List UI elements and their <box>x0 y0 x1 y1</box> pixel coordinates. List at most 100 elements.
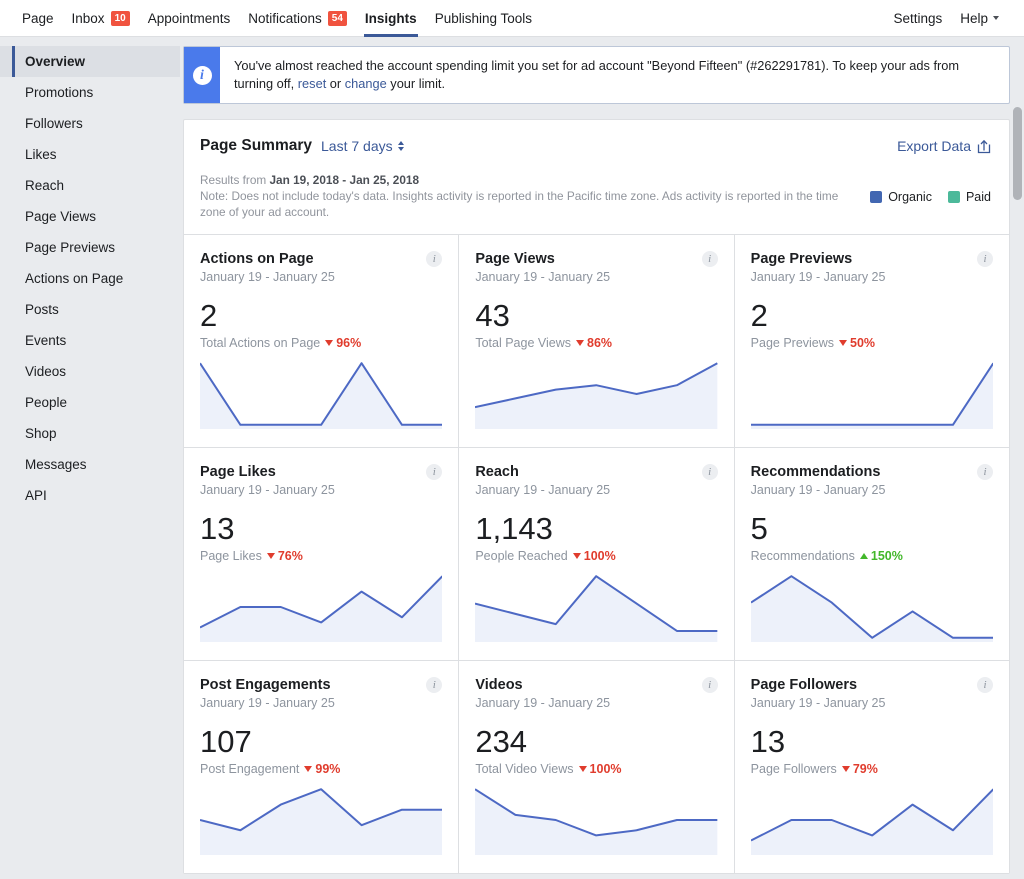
sidebar-item-events[interactable]: Events <box>0 325 180 356</box>
arrow-down-icon <box>325 340 334 346</box>
sidebar-item-videos[interactable]: Videos <box>0 356 180 387</box>
sidebar-item-api[interactable]: API <box>0 480 180 511</box>
metric-label: Page Likes <box>200 549 262 563</box>
sidebar-item-label: Actions on Page <box>25 271 124 286</box>
arrow-down-icon <box>304 766 313 772</box>
metric-card-title: Recommendations <box>750 464 881 480</box>
legend-item-organic: Organic <box>870 190 932 204</box>
metric-card-date-range: January 19 - January 25 <box>750 483 886 497</box>
nav-tab-label: Appointments <box>147 10 231 26</box>
metric-card-page-views[interactable]: Page Views January 19 - January 25 43 Total… <box>459 235 734 447</box>
metric-card-title: Page Views <box>475 251 555 267</box>
metric-delta: 100% <box>572 549 616 563</box>
sidebar-item-followers[interactable]: Followers <box>0 108 180 139</box>
scrollbar-thumb[interactable] <box>1013 107 1022 200</box>
metric-sparkline-chart <box>750 785 993 855</box>
metrics-card-grid: Actions on Page January 19 - January 25 2 T… <box>184 234 1009 873</box>
metric-card-page-likes[interactable]: Page Likes January 19 - January 25 13 Page … <box>184 448 459 660</box>
sidebar-item-label: Page Previews <box>25 240 116 255</box>
metric-label: Total Video Views <box>475 762 574 776</box>
nav-tab-publishing-tools[interactable]: Publishing Tools <box>426 0 541 37</box>
nav-tab-insights[interactable]: Insights <box>356 0 426 37</box>
main-content: i You've almost reached the account spen… <box>180 37 1024 879</box>
metric-card-subtitle: Total Video Views 100% <box>475 762 715 776</box>
export-data-button[interactable]: Export Data <box>897 138 991 154</box>
metric-delta: 86% <box>576 336 612 350</box>
metric-delta-value: 79% <box>852 762 878 776</box>
metric-card-date-range: January 19 - January 25 <box>200 270 335 284</box>
sidebar-item-reach[interactable]: Reach <box>0 170 180 201</box>
metric-delta: 76% <box>266 549 303 563</box>
metric-card-date-range: January 19 - January 25 <box>200 483 335 497</box>
sidebar-item-promotions[interactable]: Promotions <box>0 77 180 108</box>
metric-card-reach[interactable]: Reach January 19 - January 25 1,143 People … <box>459 448 734 660</box>
metric-delta-value: 50% <box>850 336 876 350</box>
metric-card-value: 107 <box>200 724 252 759</box>
metric-delta-value: 99% <box>315 762 341 776</box>
metric-card-videos[interactable]: Videos January 19 - January 25 234 Total Vi… <box>459 661 734 873</box>
alert-message: You've almost reached the account spendi… <box>220 47 1009 103</box>
arrow-down-icon <box>266 553 275 559</box>
nav-badge-notifications: 54 <box>327 10 347 26</box>
sidebar-item-label: People <box>25 395 68 410</box>
info-icon[interactable]: i <box>977 251 993 267</box>
nav-help-button[interactable]: Help <box>951 0 1008 37</box>
metric-card-title: Page Likes <box>200 464 276 480</box>
summary-header: Page Summary Last 7 days Export Data <box>184 120 1009 155</box>
sidebar-item-actions-on-page[interactable]: Actions on Page <box>0 263 180 294</box>
info-icon[interactable]: i <box>977 464 993 480</box>
metric-card-page-previews[interactable]: Page Previews January 19 - January 25 2 Pag… <box>734 235 1009 447</box>
sidebar-item-posts[interactable]: Posts <box>0 294 180 325</box>
metric-delta: 150% <box>859 549 903 563</box>
metric-sparkline-chart <box>200 572 443 642</box>
nav-tab-notifications[interactable]: Notifications 54 <box>239 0 356 37</box>
page-scrollbar[interactable] <box>1013 46 1022 879</box>
metric-card-value: 2 <box>750 298 768 333</box>
nav-tab-appointments[interactable]: Appointments <box>139 0 240 37</box>
metric-card-subtitle: Post Engagement 99% <box>200 762 440 776</box>
metric-card-value: 13 <box>750 724 786 759</box>
nav-badge-inbox: 10 <box>110 10 130 26</box>
sidebar-item-shop[interactable]: Shop <box>0 418 180 449</box>
chevron-down-icon <box>993 16 999 20</box>
info-icon[interactable]: i <box>701 677 718 693</box>
metric-card-subtitle: People Reached 100% <box>475 549 715 563</box>
sidebar-item-people[interactable]: People <box>0 387 180 418</box>
nav-settings-button[interactable]: Settings <box>884 0 951 37</box>
reset-limit-link[interactable]: reset <box>298 76 326 91</box>
info-icon[interactable]: i <box>701 251 718 267</box>
nav-item-label: Help <box>960 10 988 26</box>
metric-card-page-followers[interactable]: Page Followers January 19 - January 25 13 P… <box>734 661 1009 873</box>
metric-delta: 96% <box>325 336 361 350</box>
chevron-updown-icon <box>397 141 404 151</box>
nav-tab-label: Publishing Tools <box>434 10 533 26</box>
sidebar-item-page-previews[interactable]: Page Previews <box>0 232 180 263</box>
sidebar-item-label: Followers <box>25 116 83 131</box>
page-title: Page Summary <box>200 137 312 154</box>
metric-card-subtitle: Total Page Views 86% <box>475 336 715 350</box>
metric-sparkline-chart <box>475 572 718 642</box>
change-limit-link[interactable]: change <box>345 76 387 91</box>
sidebar-item-overview[interactable]: Overview <box>0 46 180 77</box>
metric-card-actions-on-page[interactable]: Actions on Page January 19 - January 25 2 T… <box>184 235 459 447</box>
sidebar-item-page-views[interactable]: Page Views <box>0 201 180 232</box>
export-icon <box>977 139 991 153</box>
date-range-selector[interactable]: Last 7 days <box>321 138 404 154</box>
metric-delta-value: 76% <box>277 549 303 563</box>
info-icon[interactable]: i <box>977 677 993 693</box>
metric-card-title: Page Followers <box>750 677 858 693</box>
chart-legend: Organic Paid <box>854 172 991 204</box>
metric-sparkline-chart <box>200 785 443 855</box>
metric-card-recommendations[interactable]: Recommendations January 19 - January 25 5 R… <box>734 448 1009 660</box>
nav-tab-inbox[interactable]: Inbox 10 <box>63 0 139 37</box>
sidebar-item-likes[interactable]: Likes <box>0 139 180 170</box>
sidebar-item-messages[interactable]: Messages <box>0 449 180 480</box>
metric-card-post-engagements[interactable]: Post Engagements January 19 - January 25 1… <box>184 661 459 873</box>
metric-card-subtitle: Page Followers 79% <box>751 762 991 776</box>
legend-label: Organic <box>888 190 932 204</box>
nav-tab-page[interactable]: Page <box>16 0 63 37</box>
metric-card-value: 234 <box>475 724 528 759</box>
metric-card-subtitle: Total Actions on Page 96% <box>200 336 440 350</box>
info-icon[interactable]: i <box>701 464 718 480</box>
metric-label: Post Engagement <box>200 762 300 776</box>
